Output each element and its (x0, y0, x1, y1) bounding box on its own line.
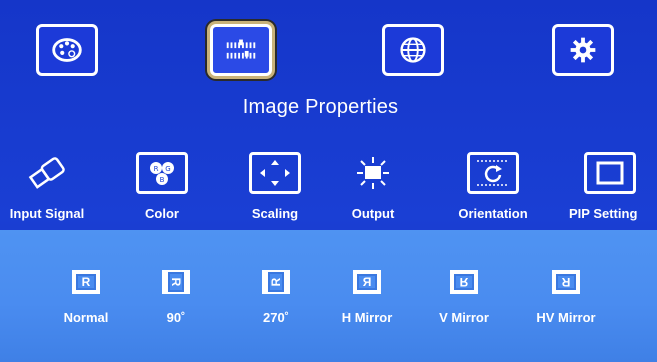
color-circles-icon: R G B (150, 162, 174, 185)
orientation-option-270[interactable]: R 270˚ (234, 270, 318, 330)
section-title: Image Properties (0, 96, 657, 119)
submenu-label: Input Signal (9, 206, 85, 221)
category-bar: Image Properties (0, 0, 657, 150)
orientation-option-h-mirror[interactable]: R H Mirror (325, 270, 409, 330)
orientation-option-label: HV Mirror (536, 310, 596, 325)
globe-icon (400, 37, 426, 63)
submenu-item-output[interactable]: Output (318, 148, 428, 226)
submenu-item-color[interactable]: R G B Color (107, 148, 217, 226)
submenu-label: Orientation (458, 206, 528, 221)
orientation-option-label: V Mirror (439, 310, 489, 325)
orientation-v-mirror-icon: R (450, 270, 478, 294)
submenu-item-scaling[interactable]: Scaling (220, 148, 330, 226)
orientation-option-hv-mirror[interactable]: R HV Mirror (524, 270, 608, 330)
submenu-item-input-signal[interactable]: Input Signal (0, 148, 102, 226)
submenu-label: Scaling (251, 206, 299, 221)
rotate-film-icon (477, 160, 509, 186)
svg-text:B: B (160, 176, 165, 184)
submenu-label: PIP Setting (569, 206, 638, 221)
palette-category-button[interactable] (36, 24, 98, 76)
expand-arrows-icon (260, 160, 290, 186)
svg-text:R: R (154, 165, 159, 173)
orientation-option-v-mirror[interactable]: R V Mirror (422, 270, 506, 330)
submenu-label: Color (145, 206, 179, 221)
svg-text:G: G (165, 165, 170, 173)
orientation-option-90[interactable]: R 90˚ (134, 270, 218, 330)
orientation-normal-icon: R (72, 270, 100, 294)
orientation-90-icon: R (162, 270, 190, 294)
orientation-panel: R Normal R 90˚ R 270˚ R H Mirror R V Mir… (0, 230, 657, 362)
section-title-text: Image Properties (242, 96, 399, 118)
orientation-option-label: H Mirror (341, 310, 393, 325)
gear-category-button[interactable] (552, 24, 614, 76)
sliders-icon (226, 39, 256, 59)
orientation-option-normal[interactable]: R Normal (44, 270, 128, 330)
submenu-item-orientation[interactable]: Orientation (438, 148, 548, 226)
orientation-option-label: 270˚ (262, 310, 290, 325)
sun-monitor-icon (357, 157, 389, 189)
orientation-270-icon: R (262, 270, 290, 294)
pip-window-icon (596, 161, 624, 185)
sliders-category-button[interactable] (210, 24, 272, 76)
submenu-label: Output (351, 206, 395, 221)
submenu-bar: Input Signal R G B Color Scaling Output … (0, 148, 657, 226)
orientation-h-mirror-icon: R (353, 270, 381, 294)
orientation-option-label: Normal (63, 310, 109, 325)
orientation-hv-mirror-icon: R (552, 270, 580, 294)
palette-icon (52, 38, 82, 62)
globe-category-button[interactable] (382, 24, 444, 76)
submenu-item-pip-setting[interactable]: PIP Setting (555, 148, 657, 226)
orientation-option-label: 90˚ (166, 310, 186, 325)
gear-icon (570, 37, 596, 63)
osd-menu-screen: Image Properties Input Signal R G B Colo… (0, 0, 657, 362)
usb-plug-icon (28, 157, 65, 189)
